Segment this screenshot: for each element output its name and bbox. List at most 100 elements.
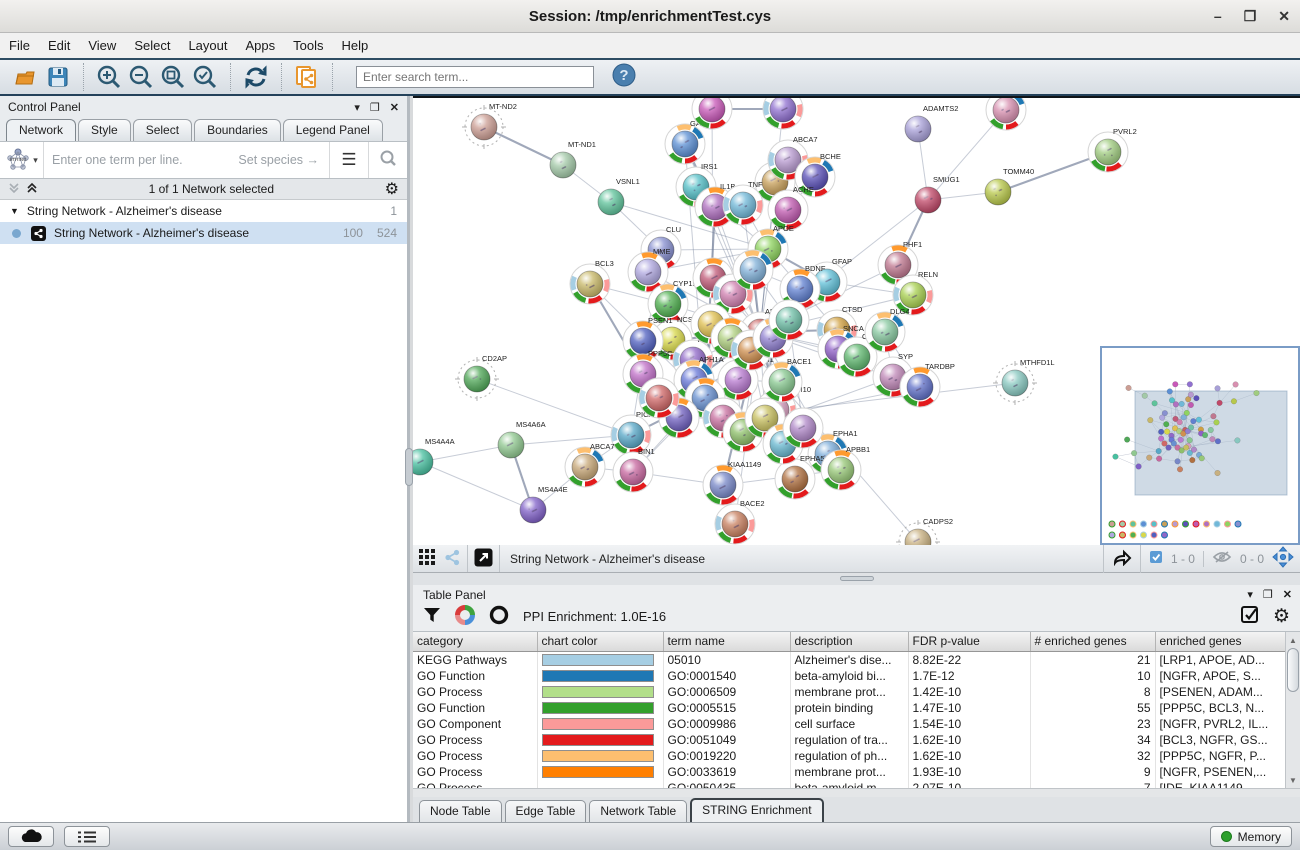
column-header[interactable]: # enriched genes — [1030, 632, 1155, 651]
zoom-out-icon[interactable] — [125, 62, 157, 92]
network-collection-row[interactable]: ▼ String Network - Alzheimer's disease 1 — [0, 200, 407, 222]
network-node[interactable] — [639, 378, 679, 418]
tab-legend-panel[interactable]: Legend Panel — [283, 119, 383, 141]
selected-checkbox-icon[interactable] — [1149, 550, 1163, 567]
string-options-icon[interactable]: ☰ — [330, 150, 368, 170]
menu-edit[interactable]: Edit — [39, 33, 79, 58]
network-node[interactable] — [986, 98, 1026, 130]
enrichment-row[interactable]: GO FunctionGO:0005515protein binding1.47… — [413, 700, 1285, 716]
panel-splitter-handle[interactable] — [405, 448, 413, 486]
network-node[interactable] — [769, 300, 809, 340]
collapse-all-icon[interactable] — [8, 182, 20, 197]
network-node-vsnl1[interactable]: VSNL1 — [598, 177, 640, 215]
menu-view[interactable]: View — [79, 33, 125, 58]
enrichment-row[interactable]: GO ProcessGO:0033619membrane prot...1.93… — [413, 764, 1285, 780]
expand-all-icon[interactable] — [26, 182, 38, 197]
menu-file[interactable]: File — [0, 33, 39, 58]
network-node[interactable] — [763, 98, 803, 129]
open-folder-icon[interactable] — [10, 62, 42, 92]
menu-tools[interactable]: Tools — [284, 33, 332, 58]
network-node-ms4a4a[interactable]: MS4A4A — [413, 437, 455, 475]
table-vertical-scrollbar[interactable]: ▲ ▼ — [1285, 632, 1300, 788]
import-network-icon[interactable] — [291, 62, 323, 92]
grid-view-icon[interactable] — [419, 549, 436, 569]
tab-network[interactable]: Network — [6, 119, 76, 141]
network-node-abca7[interactable]: ABCA7 — [565, 442, 615, 487]
network-node-cd2ap[interactable]: CD2AP — [455, 354, 507, 401]
network-node-mthfd1l[interactable]: MTHFD1L — [993, 358, 1055, 405]
network-node-adamts2[interactable]: ADAMTS2 — [905, 104, 958, 142]
network-node-cadps2[interactable]: CADPS2 — [896, 517, 953, 545]
table-close-icon[interactable]: ✕ — [1283, 588, 1292, 601]
table-settings-gear-icon[interactable]: ⚙ — [1273, 605, 1290, 628]
menu-layout[interactable]: Layout — [179, 33, 236, 58]
network-node-dlg4[interactable]: DLG4 — [865, 307, 910, 352]
column-header[interactable]: FDR p-value — [908, 632, 1030, 651]
enrichment-row[interactable]: GO FunctionGO:0001540beta-amyloid bi...1… — [413, 668, 1285, 684]
network-node[interactable] — [783, 408, 823, 448]
detach-view-icon[interactable] — [474, 548, 493, 570]
donut-chart-icon[interactable] — [455, 605, 475, 628]
panel-close-icon[interactable]: ✕ — [390, 101, 399, 114]
network-node-smug1[interactable]: SMUG1 — [915, 175, 960, 213]
share-network-icon[interactable] — [444, 549, 461, 569]
horizontal-splitter[interactable] — [413, 573, 1300, 585]
string-search-icon[interactable] — [369, 149, 407, 172]
network-node-bace2[interactable]: BACE2 — [715, 499, 765, 544]
birds-eye-view[interactable] — [1100, 346, 1300, 545]
enrichment-row[interactable]: KEGG Pathways05010Alzheimer's dise...8.8… — [413, 651, 1285, 668]
network-node-bin1[interactable]: BIN1 — [613, 447, 655, 492]
minimize-button[interactable]: – — [1214, 0, 1222, 33]
panel-menu-icon[interactable]: ▾ — [354, 101, 360, 114]
string-query-placeholder[interactable]: Enter one term per line. — [52, 153, 183, 167]
tab-node-table[interactable]: Node Table — [419, 800, 502, 822]
menu-select[interactable]: Select — [125, 33, 179, 58]
column-header[interactable]: term name — [663, 632, 790, 651]
select-columns-icon[interactable] — [1241, 606, 1259, 627]
tab-style[interactable]: Style — [78, 119, 131, 141]
panel-float-icon[interactable]: ❐ — [370, 101, 380, 114]
enrichment-row[interactable]: GO ProcessGO:0006509membrane prot...1.42… — [413, 684, 1285, 700]
export-network-icon[interactable] — [1112, 548, 1132, 569]
set-species-label[interactable]: Set species → — [238, 153, 329, 167]
hidden-eye-icon[interactable] — [1212, 550, 1232, 567]
column-header[interactable]: description — [790, 632, 908, 651]
network-node[interactable] — [733, 250, 773, 290]
tab-edge-table[interactable]: Edge Table — [505, 800, 587, 822]
search-input[interactable] — [356, 66, 594, 88]
tab-string-enrichment[interactable]: STRING Enrichment — [690, 798, 823, 822]
network-options-gear-icon[interactable]: ⚙ — [385, 179, 399, 199]
table-menu-icon[interactable]: ▾ — [1247, 588, 1253, 601]
network-node-ms4a6a[interactable]: MS4A6A — [498, 420, 546, 458]
column-header[interactable]: enriched genes — [1155, 632, 1285, 651]
enrichment-row[interactable]: GO ProcessGO:0051049regulation of tra...… — [413, 732, 1285, 748]
menu-help[interactable]: Help — [333, 33, 378, 58]
save-icon[interactable] — [42, 62, 74, 92]
zoom-selected-icon[interactable] — [189, 62, 221, 92]
tab-network-table[interactable]: Network Table — [589, 800, 687, 822]
ring-chart-icon[interactable] — [489, 605, 509, 628]
collapse-triangle-icon[interactable]: ▼ — [10, 206, 19, 216]
cloud-tasks-button[interactable] — [8, 826, 54, 847]
help-icon[interactable]: ? — [612, 63, 636, 92]
zoom-in-icon[interactable] — [93, 62, 125, 92]
tab-boundaries[interactable]: Boundaries — [194, 119, 281, 141]
column-header[interactable]: category — [413, 632, 537, 651]
filter-icon[interactable] — [423, 607, 441, 626]
table-horizontal-scrollbar[interactable] — [413, 788, 1300, 797]
string-protein-query-selector[interactable]: STRING ▾ — [0, 142, 44, 178]
refresh-icon[interactable] — [240, 62, 272, 92]
menu-apps[interactable]: Apps — [237, 33, 285, 58]
task-history-button[interactable] — [64, 826, 110, 847]
network-node-bcl3[interactable]: BCL3 — [570, 259, 614, 304]
network-node-mt-nd1[interactable]: MT-ND1 — [550, 140, 596, 178]
enrichment-row[interactable]: GO ProcessGO:0050435beta-amyloid m...2.0… — [413, 780, 1285, 789]
network-node-pvrl2[interactable]: PVRL2 — [1088, 127, 1137, 172]
pan-tool-icon[interactable] — [1272, 546, 1294, 571]
tab-select[interactable]: Select — [133, 119, 192, 141]
network-node-mt-nd2[interactable]: MT-ND2 — [462, 102, 517, 149]
network-node-tomm40[interactable]: TOMM40 — [985, 167, 1034, 205]
enrichment-table[interactable]: categorychart colorterm namedescriptionF… — [413, 631, 1300, 788]
column-header[interactable]: chart color — [537, 632, 663, 651]
enrichment-row[interactable]: GO ProcessGO:0019220regulation of ph...1… — [413, 748, 1285, 764]
